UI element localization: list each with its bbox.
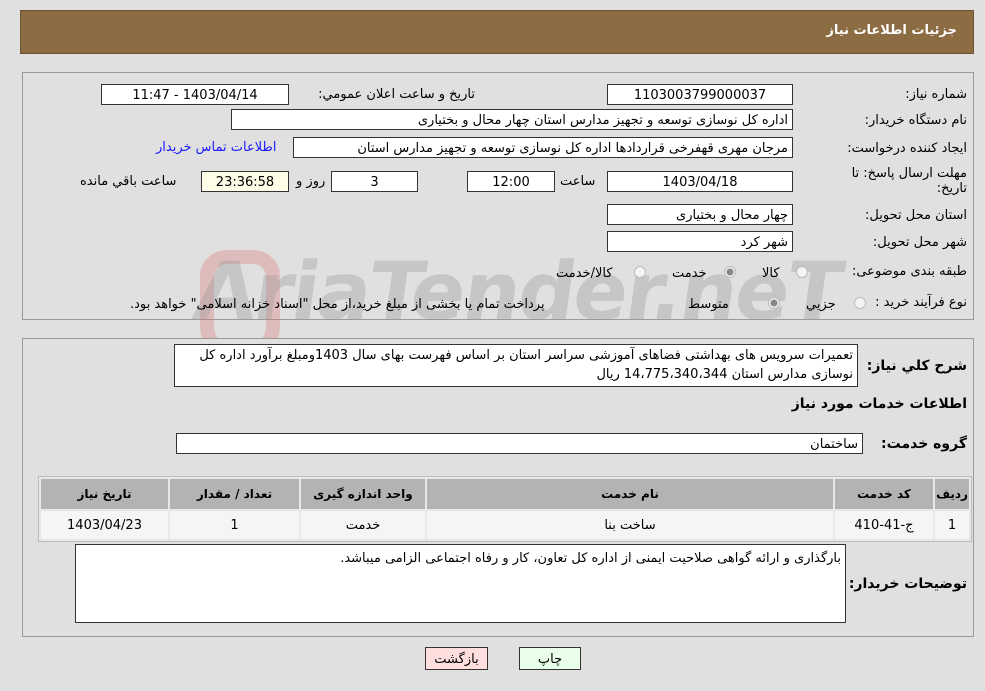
buyer-contact-link[interactable]: اطلاعات تماس خریدار: [156, 140, 276, 155]
watermark: AriaTender.neT: [188, 245, 848, 338]
time-label: ساعت: [560, 174, 596, 189]
process-radio-minor[interactable]: [854, 297, 866, 309]
print-button[interactable]: چاپ: [519, 647, 581, 670]
process-label: نوع فرآیند خرید :: [875, 295, 967, 310]
services-title: اطلاعات خدمات مورد نیاز: [791, 396, 967, 412]
page-header: جزئیات اطلاعات نیاز: [20, 10, 974, 54]
process-option-minor: جزیي: [806, 297, 836, 312]
process-radio-medium[interactable]: [768, 297, 780, 309]
service-group-field: ساختمان: [176, 433, 863, 454]
col-unit: واحد اندازه گیری: [301, 479, 425, 509]
creator-field: مرجان مهری قهفرخی قراردادها اداره کل نوس…: [293, 137, 793, 158]
notes-field[interactable]: بارگذاری و ارائه گواهی صلاحیت ایمنی از ا…: [75, 544, 846, 623]
col-date: تاریخ نیاز: [41, 479, 168, 509]
buyer-org-label: نام دستگاه خریدار:: [864, 113, 967, 128]
remaining-time-field: 23:36:58: [201, 171, 289, 192]
deadline-label: مهلت ارسال پاسخ: تا تاریخ:: [851, 166, 967, 196]
services-table: ردیف کد خدمت نام خدمت واحد اندازه گیری ت…: [39, 477, 971, 541]
cell-date: 1403/04/23: [41, 511, 168, 539]
service-group-label: گروه خدمت:: [881, 436, 967, 452]
summary-label: شرح کلي نیاز:: [866, 358, 967, 374]
summary-field[interactable]: تعمیرات سرویس های بهداشتی فضاهای آموزشی …: [174, 344, 858, 387]
creator-label: ایجاد کننده درخواست:: [847, 141, 967, 156]
category-label: طبقه بندی موضوعی:: [851, 264, 967, 279]
buyer-org-field: اداره کل نوسازی توسعه و تجهیز مدارس استا…: [231, 109, 793, 130]
category-radio-goods-service[interactable]: [634, 266, 646, 278]
cell-code: ج-41-410: [835, 511, 933, 539]
province-label: استان محل تحویل:: [865, 208, 967, 223]
services-table-wrap: ردیف کد خدمت نام خدمت واحد اندازه گیری ت…: [38, 476, 972, 542]
back-button[interactable]: بازگشت: [425, 647, 488, 670]
category-option-service: خدمت: [672, 266, 707, 281]
days-label: روز و: [296, 174, 326, 189]
page-title: جزئیات اطلاعات نیاز: [826, 23, 957, 38]
remaining-label: ساعت باقي مانده: [80, 174, 177, 189]
col-qty: تعداد / مقدار: [170, 479, 299, 509]
need-number-field: 1103003799000037: [607, 84, 793, 105]
days-field: 3: [331, 171, 418, 192]
cell-qty: 1: [170, 511, 299, 539]
category-option-goods: کالا: [762, 266, 780, 281]
cell-row: 1: [935, 511, 969, 539]
category-option-goods-service: کالا/خدمت: [556, 266, 613, 281]
announce-field: 1403/04/14 - 11:47: [101, 84, 289, 105]
city-field: شهر کرد: [607, 231, 793, 252]
city-label: شهر محل تحویل:: [872, 235, 967, 250]
deadline-time-field: 12:00: [467, 171, 555, 192]
notes-label: توضیحات خریدار:: [848, 576, 967, 592]
need-number-label: شماره نیاز:: [905, 87, 967, 102]
province-field: چهار محال و بختیاری: [607, 204, 793, 225]
col-row: ردیف: [935, 479, 969, 509]
process-option-medium: متوسط: [688, 297, 729, 312]
category-radio-goods[interactable]: [796, 266, 808, 278]
table-header-row: ردیف کد خدمت نام خدمت واحد اندازه گیری ت…: [41, 479, 969, 509]
cell-name: ساخت بنا: [427, 511, 833, 539]
cell-unit: خدمت: [301, 511, 425, 539]
deadline-date-field: 1403/04/18: [607, 171, 793, 192]
process-note: پرداخت تمام یا بخشی از مبلغ خرید،از محل …: [130, 297, 545, 312]
col-name: نام خدمت: [427, 479, 833, 509]
category-radio-service[interactable]: [724, 266, 736, 278]
col-code: کد خدمت: [835, 479, 933, 509]
table-row: 1 ج-41-410 ساخت بنا خدمت 1 1403/04/23: [41, 511, 969, 539]
announce-label: تاریخ و ساعت اعلان عمومي:: [318, 87, 475, 102]
